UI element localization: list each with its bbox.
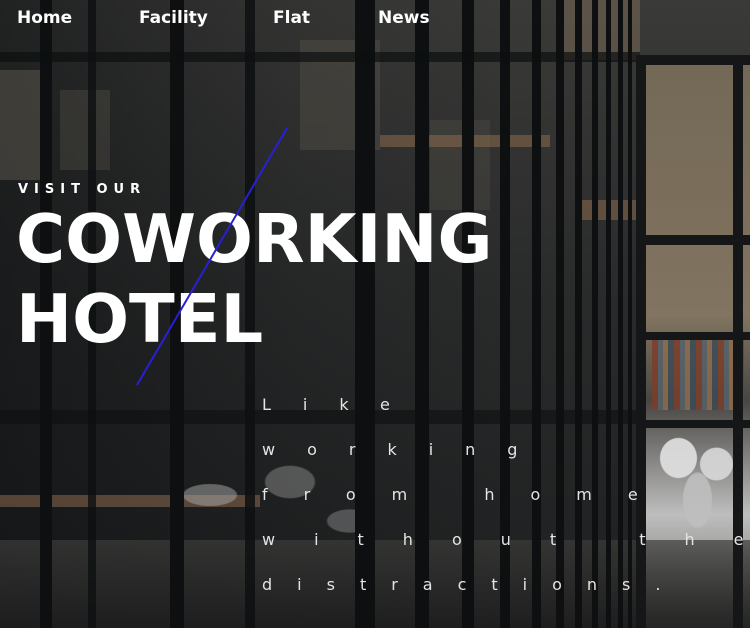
nav-item-home[interactable]: Home: [17, 8, 72, 28]
hero-section: Home Facility Flat News VISIT OUR COWORK…: [0, 0, 750, 628]
hero-eyebrow: VISIT OUR: [18, 182, 147, 197]
nav-item-news[interactable]: News: [378, 8, 430, 28]
hero-headline-line2: HOTEL: [16, 280, 264, 358]
main-nav: Home Facility Flat News: [0, 0, 750, 38]
nav-item-facility[interactable]: Facility: [139, 8, 208, 28]
tagline-line: working: [262, 440, 550, 459]
tagline-line: without the: [262, 530, 750, 549]
hero-headline-line1: COWORKING: [16, 200, 493, 278]
hero-tagline: Like working from home without the distr…: [262, 393, 750, 618]
tagline-line: distractions.: [262, 575, 686, 594]
tagline-line: Like: [262, 395, 422, 414]
tagline-line: from home: [262, 485, 674, 504]
nav-item-flat[interactable]: Flat: [273, 8, 310, 28]
